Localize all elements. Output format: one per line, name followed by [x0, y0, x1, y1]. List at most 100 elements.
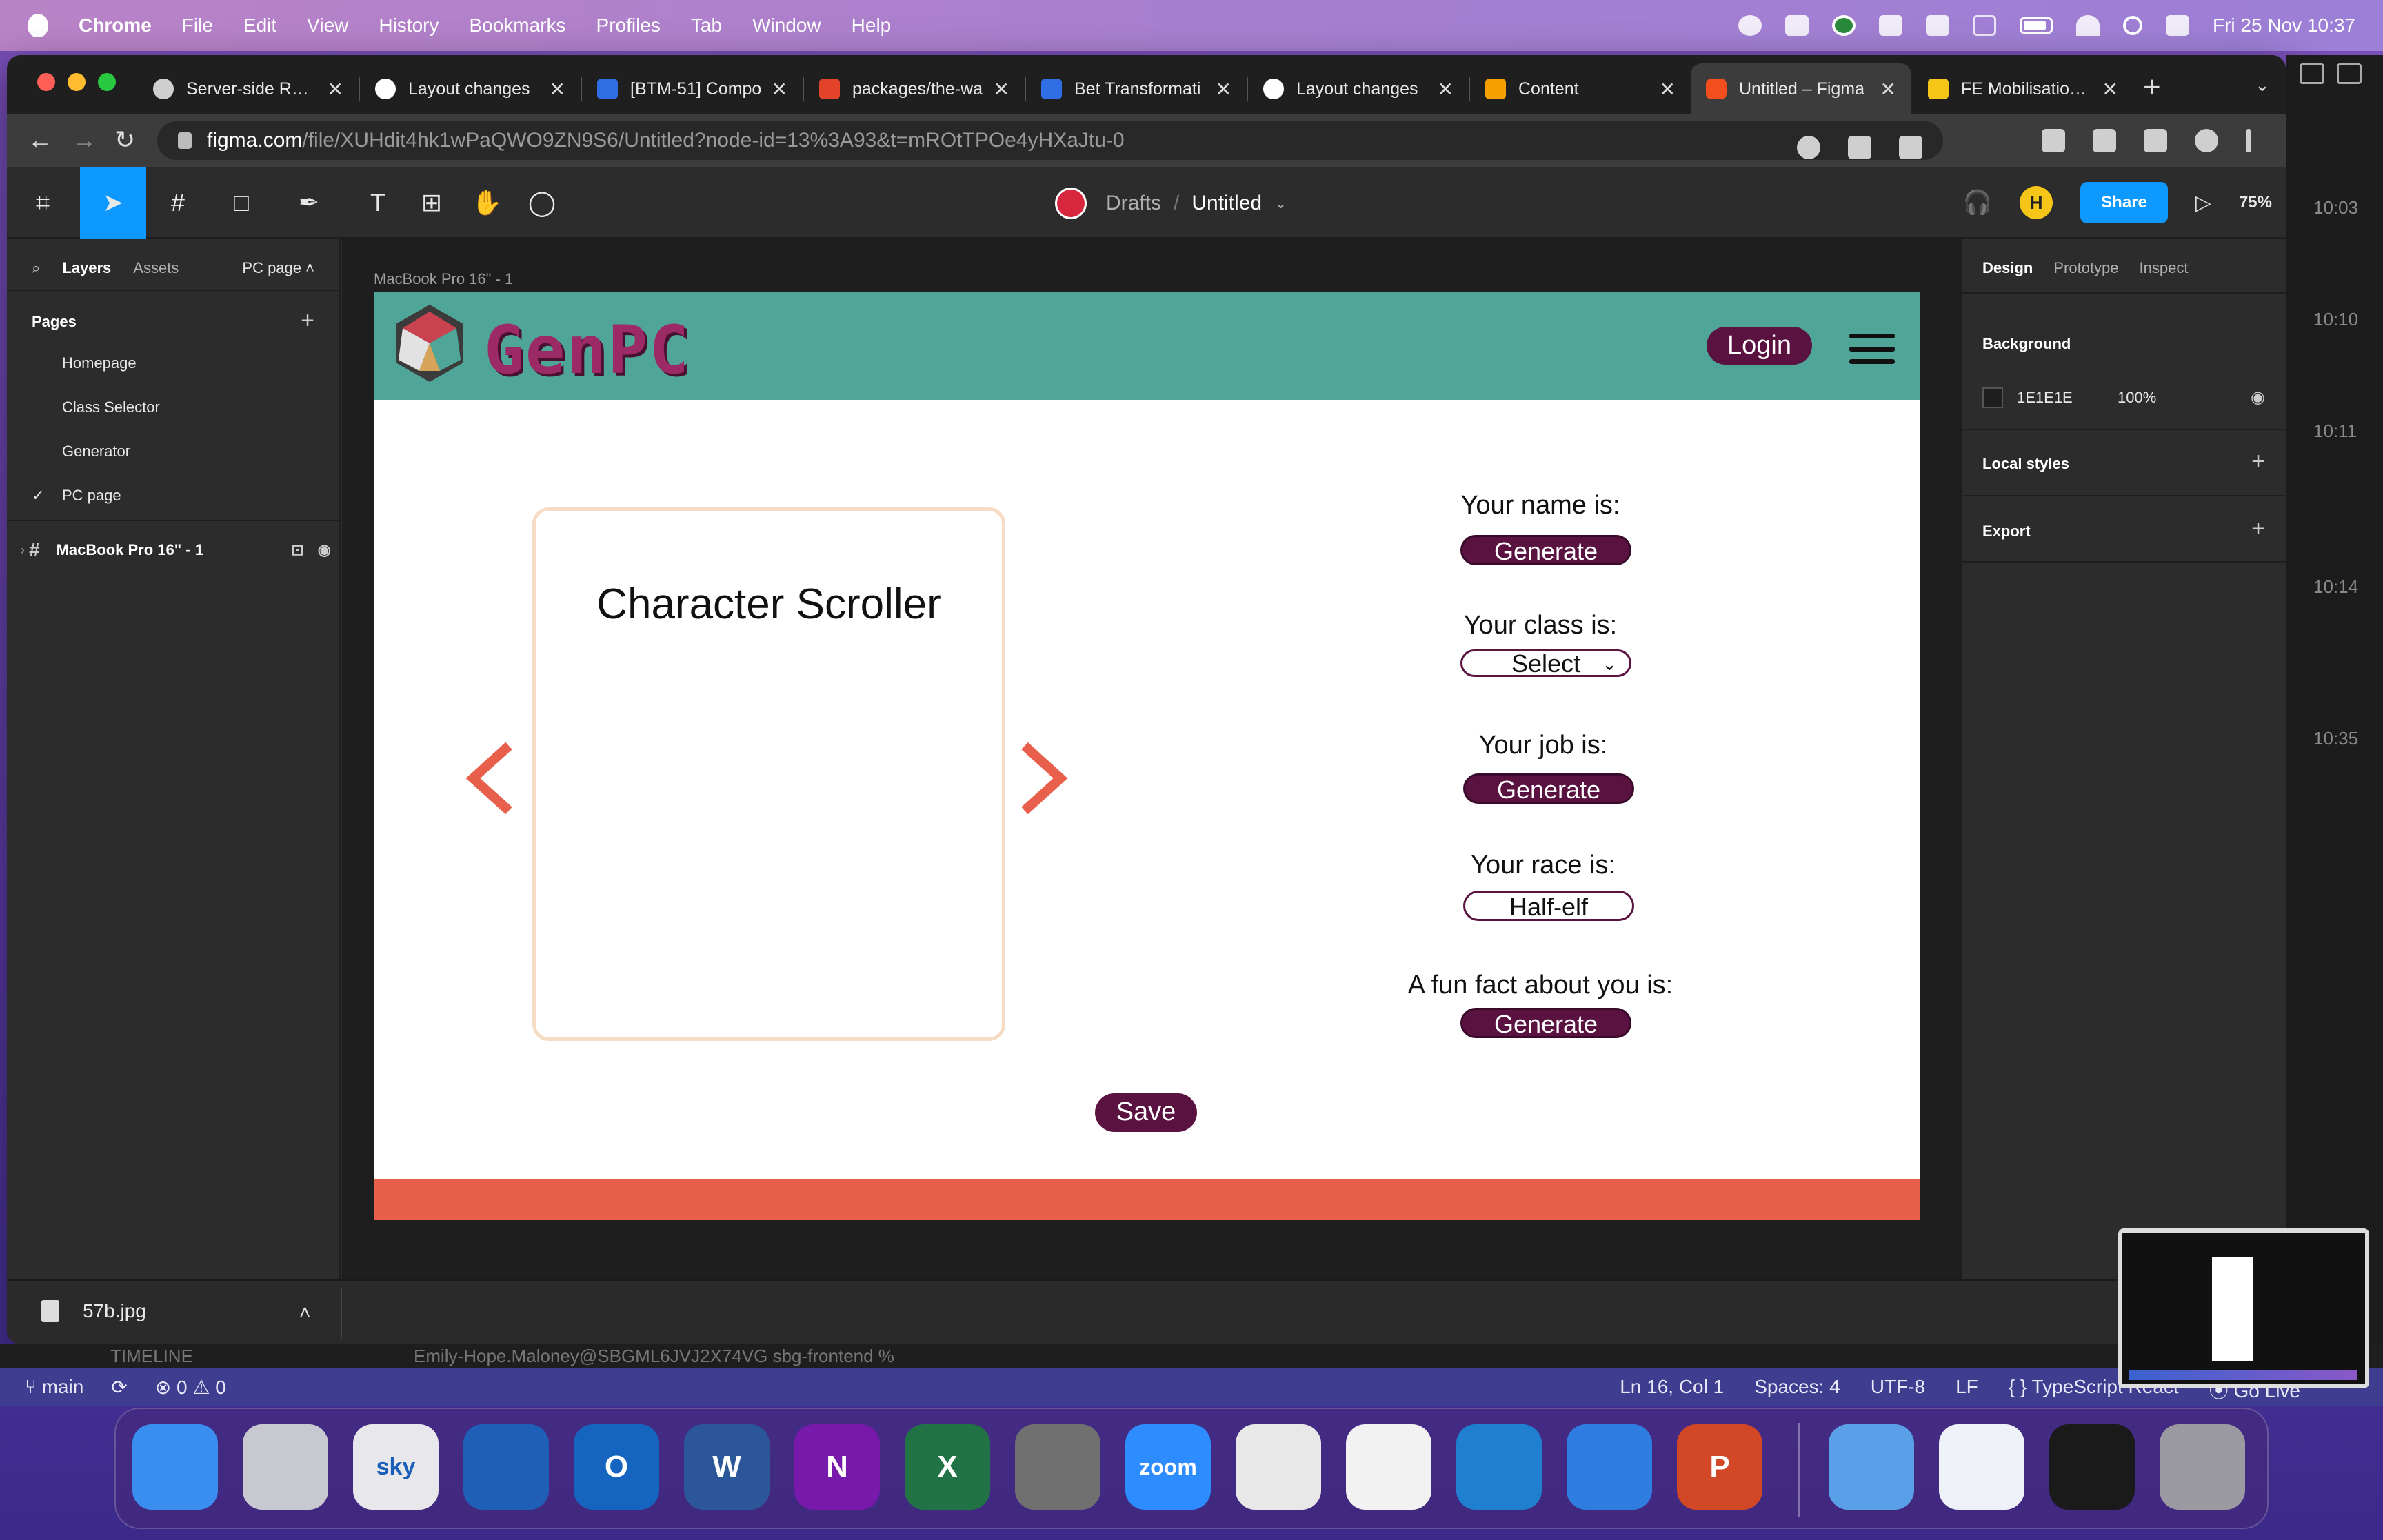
- bookmark-star-icon[interactable]: [1899, 136, 1922, 159]
- excel-icon[interactable]: X: [905, 1424, 990, 1510]
- tab-prototype[interactable]: Prototype: [2053, 259, 2118, 277]
- background-opacity-input[interactable]: 100%: [2118, 389, 2156, 407]
- back-button[interactable]: ←: [28, 125, 52, 154]
- present-play-icon[interactable]: ▷: [2195, 191, 2211, 215]
- hamburger-menu-icon[interactable]: [1849, 334, 1895, 364]
- encoding[interactable]: UTF-8: [1871, 1376, 1925, 1404]
- status-bluetooth-icon[interactable]: [1973, 15, 1996, 36]
- menu-help[interactable]: Help: [852, 14, 892, 37]
- panel-toggle-icon[interactable]: [2337, 63, 2362, 84]
- chevron-down-icon[interactable]: ⌄: [1274, 194, 1287, 212]
- sync-icon[interactable]: ⟳: [111, 1376, 127, 1399]
- onenote-icon[interactable]: N: [794, 1424, 880, 1510]
- wifi-icon[interactable]: [2076, 15, 2100, 36]
- status-vpn-icon[interactable]: [1879, 15, 1902, 36]
- tab-design[interactable]: Design: [1982, 259, 2033, 277]
- line-endings[interactable]: LF: [1955, 1376, 1978, 1404]
- problems-count[interactable]: ⊗ 0 ⚠ 0: [155, 1376, 226, 1399]
- page-item-homepage[interactable]: Homepage: [62, 354, 137, 372]
- menu-view[interactable]: View: [307, 14, 348, 37]
- add-export-plus-icon[interactable]: +: [2251, 516, 2265, 543]
- puzzle-extensions-icon[interactable]: [2093, 129, 2116, 152]
- status-book-icon[interactable]: [1926, 15, 1949, 36]
- shape-tool-icon[interactable]: □: [223, 185, 259, 221]
- save-button[interactable]: Save: [1095, 1093, 1197, 1132]
- menu-edit[interactable]: Edit: [243, 14, 276, 37]
- generate-job-button[interactable]: Generate: [1463, 773, 1634, 804]
- share-button[interactable]: Share: [2080, 182, 2168, 223]
- figma-main-menu-icon[interactable]: ⌗: [25, 185, 61, 221]
- sky-betting-icon[interactable]: sky: [353, 1424, 439, 1510]
- menu-file[interactable]: File: [182, 14, 213, 37]
- menu-bookmarks[interactable]: Bookmarks: [469, 14, 565, 37]
- close-tab-icon[interactable]: ✕: [994, 78, 1009, 101]
- status-pen-icon[interactable]: [1785, 15, 1809, 36]
- extension-icon[interactable]: [2042, 129, 2065, 152]
- browser-tab-active[interactable]: Untitled – Figma ✕: [1691, 63, 1911, 114]
- git-branch[interactable]: ⑂ main: [25, 1376, 83, 1399]
- browser-tab[interactable]: Layout changes ✕: [360, 63, 581, 114]
- generate-name-button[interactable]: Generate: [1460, 535, 1631, 565]
- browser-tab[interactable]: packages/the-wa ✕: [804, 63, 1025, 114]
- close-window-button[interactable]: [37, 73, 55, 91]
- browser-tab[interactable]: FE Mobilisation F ✕: [1913, 63, 2133, 114]
- security-app-icon[interactable]: [463, 1424, 549, 1510]
- menu-app-chrome[interactable]: Chrome: [79, 14, 152, 37]
- new-tab-button[interactable]: +: [2143, 70, 2161, 105]
- zoom-level[interactable]: 75%: [2239, 193, 2272, 212]
- search-icon[interactable]: ⌕: [32, 259, 40, 277]
- figma-canvas[interactable]: MacBook Pro 16" - 1 GenPC Login Characte…: [342, 239, 1960, 1344]
- user-avatar[interactable]: H: [2020, 186, 2053, 219]
- vscode-icon[interactable]: [1456, 1424, 1542, 1510]
- team-avatar-icon[interactable]: [1055, 188, 1087, 219]
- pen-tool-icon[interactable]: ✒: [291, 185, 327, 221]
- close-tab-icon[interactable]: ✕: [1880, 78, 1896, 101]
- tab-layers[interactable]: Layers: [62, 259, 111, 277]
- status-ellipsis-icon[interactable]: [1738, 15, 1762, 36]
- browser-tab[interactable]: Server-side Rend ✕: [138, 63, 359, 114]
- google-icon[interactable]: [1797, 136, 1820, 159]
- profile-icon[interactable]: [2195, 129, 2218, 152]
- kebab-menu-icon[interactable]: [2246, 129, 2251, 152]
- close-tab-icon[interactable]: ✕: [1438, 78, 1454, 101]
- unlock-icon[interactable]: ⊡: [291, 541, 303, 559]
- powerpoint-icon[interactable]: P: [1677, 1424, 1762, 1510]
- tab-search-chevron-icon[interactable]: ⌄: [2255, 74, 2270, 96]
- caret-right-icon[interactable]: ›: [21, 543, 25, 558]
- eye-icon[interactable]: ◉: [2251, 387, 2265, 407]
- tab-inspect[interactable]: Inspect: [2140, 259, 2189, 277]
- menu-tab[interactable]: Tab: [691, 14, 722, 37]
- launchpad-icon[interactable]: [243, 1424, 328, 1510]
- minimized-window-icon[interactable]: [1939, 1424, 2024, 1510]
- address-bar[interactable]: figma.com /file/XUHdit4hk1wPaQWO9ZN9S6/U…: [157, 121, 1943, 160]
- menubar-clock[interactable]: Fri 25 Nov 10:37: [2213, 14, 2355, 37]
- eye-icon[interactable]: ◉: [318, 541, 331, 559]
- minimized-terminal-icon[interactable]: [2049, 1424, 2135, 1510]
- forward-button[interactable]: →: [72, 125, 97, 154]
- comment-tool-icon[interactable]: ◯: [524, 185, 560, 221]
- apple-icon[interactable]: [28, 14, 48, 37]
- download-item[interactable]: 57b.jpg: [41, 1300, 146, 1322]
- design-frame-macbook[interactable]: GenPC Login Character Scroller Your name: [374, 292, 1920, 1220]
- page-item-pc-page[interactable]: PC page: [62, 487, 121, 505]
- word-icon[interactable]: W: [684, 1424, 770, 1510]
- finder-icon[interactable]: [132, 1424, 218, 1510]
- control-center-icon[interactable]: [2166, 15, 2189, 36]
- frame-tool-icon[interactable]: #: [160, 185, 196, 221]
- chrome-icon[interactable]: [1236, 1424, 1321, 1510]
- reload-button[interactable]: ↻: [114, 125, 135, 154]
- login-button[interactable]: Login: [1707, 327, 1812, 365]
- chevron-left-icon[interactable]: [463, 740, 519, 816]
- close-tab-icon[interactable]: ✕: [2102, 78, 2118, 101]
- breadcrumb-file-name[interactable]: Untitled: [1192, 192, 1262, 215]
- xcode-icon[interactable]: [1567, 1424, 1652, 1510]
- browser-tab[interactable]: Bet Transformati ✕: [1026, 63, 1247, 114]
- hand-tool-icon[interactable]: ✋: [469, 185, 505, 221]
- breadcrumb-drafts[interactable]: Drafts: [1106, 192, 1161, 215]
- page-selector[interactable]: PC page ˄: [242, 259, 314, 277]
- minimize-window-button[interactable]: [68, 73, 86, 91]
- spotlight-search-icon[interactable]: [2123, 16, 2142, 35]
- browser-tab[interactable]: Content ✕: [1470, 63, 1691, 114]
- lock-icon[interactable]: [178, 132, 192, 149]
- page-item-class-selector[interactable]: Class Selector: [62, 398, 160, 416]
